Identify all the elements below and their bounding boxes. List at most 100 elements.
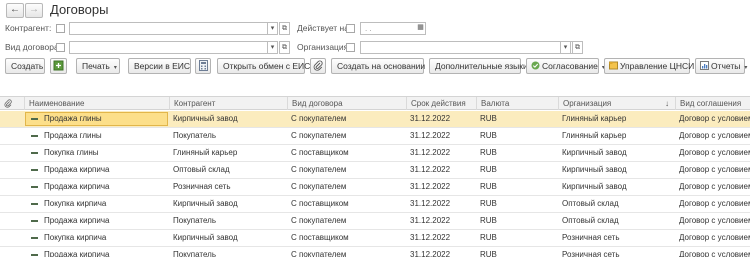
counterparty-open-button[interactable]: ⧉ [279,22,290,35]
cell-contract-type: С покупателем [291,131,347,140]
cell-agreement-type: Договор с условием [679,131,750,140]
reports-label: Отчеты [711,61,741,71]
print-button[interactable]: Печать ▾ [76,58,120,74]
cell-contract-type: С покупателем [291,250,347,257]
approval-icon [531,61,540,70]
column-header-currency[interactable]: Валюта [476,97,558,110]
contract-type-dropdown-button[interactable]: ▾ [267,41,278,54]
table-row[interactable]: Продажа кирпича Оптовый склад С покупателе… [0,162,750,179]
eis-versions-label: Версии в ЕИС [134,61,191,71]
cell-contract-type: С поставщиком [291,233,349,242]
contract-type-checkbox[interactable] [56,43,65,52]
cell-currency: RUB [480,250,497,257]
approval-button[interactable]: Согласование▾ [526,58,605,74]
organization-label: Организация: [297,42,351,52]
column-header-counterparty[interactable]: Контрагент [169,97,287,110]
cell-term: 31.12.2022 [410,148,451,157]
table-row[interactable]: Продажа кирпича Покупатель С покупателем 31… [0,247,750,257]
forward-button[interactable]: → [25,3,43,18]
contract-type-open-button[interactable]: ⧉ [279,41,290,54]
contract-item-icon [31,237,38,239]
column-header-attachment[interactable] [0,97,24,110]
cell-name: Покупка кирпича [44,199,107,208]
cell-organization: Розничная сеть [562,233,620,242]
cell-counterparty: Кирпичный завод [173,199,238,208]
open-eis-exchange-button[interactable]: Открыть обмен с ЕИС [217,58,310,74]
column-header-name[interactable]: Наименование [24,97,169,110]
table-header: Наименование Контрагент Вид договора Сро… [0,96,750,110]
table-row[interactable]: Продажа глины Покупатель С покупателем 31.1… [0,128,750,145]
cell-counterparty: Кирпичный завод [173,114,238,123]
cell-organization: Оптовый склад [562,216,619,225]
chevron-down-icon: ▾ [113,65,117,71]
copy-button[interactable] [50,58,67,74]
counterparty-dropdown-button[interactable]: ▾ [267,22,278,35]
calculator-icon [198,60,208,71]
contract-type-label: Вид договора: [5,42,62,52]
open-eis-exchange-label: Открыть обмен с ЕИС [223,61,311,71]
contract-item-icon [31,220,38,222]
cell-term: 31.12.2022 [410,233,451,242]
extra-languages-button[interactable]: Дополнительные языки▾ [429,58,535,74]
cell-currency: RUB [480,199,497,208]
copy-icon [53,60,64,71]
organization-checkbox[interactable] [346,43,355,52]
column-header-contract-type[interactable]: Вид договора [287,97,406,110]
cell-counterparty: Покупатель [173,250,216,257]
open-link-icon: ⧉ [282,25,287,32]
contract-item-icon [31,254,38,256]
extra-languages-label: Дополнительные языки [435,61,528,71]
create-based-on-button[interactable]: Создать на основании▾ [331,58,432,74]
valid-on-checkbox[interactable] [346,24,355,33]
organization-dropdown-button[interactable]: ▾ [560,41,571,54]
create-button[interactable]: Создать [5,58,45,74]
counterparty-checkbox[interactable] [56,24,65,33]
table-row[interactable]: Продажа кирпича Розничная сеть С покупател… [0,179,750,196]
contract-item-icon [31,186,38,188]
chevron-down-icon: ▾ [270,44,275,51]
eis-versions-button[interactable]: Версии в ЕИС [128,58,191,74]
table-row[interactable]: Покупка глины Глиняный карьер С поставщико… [0,145,750,162]
sort-descending-icon: ↓ [665,99,669,108]
chevron-down-icon: ▾ [563,44,568,51]
cell-organization: Глиняный карьер [562,131,627,140]
contract-type-input[interactable] [69,41,277,54]
column-header-organization[interactable]: Организация ↓ [558,97,675,110]
table-row[interactable]: Продажа глины Кирпичный завод С покупателе… [0,111,750,128]
approval-label: Согласование [542,61,598,71]
cell-term: 31.12.2022 [410,216,451,225]
contract-item-icon [31,118,38,120]
cell-currency: RUB [480,216,497,225]
column-header-agreement-type[interactable]: Вид соглашения [675,97,750,110]
table-row[interactable]: Покупка кирпича Кирпичный завод С поставщи… [0,230,750,247]
cell-contract-type: С покупателем [291,182,347,191]
table-row[interactable]: Продажа кирпича Покупатель С покупателем 31… [0,213,750,230]
cell-agreement-type: Договор с условием [679,233,750,242]
arrow-right-icon: → [29,4,39,15]
attachment-button[interactable] [310,58,326,74]
cell-counterparty: Оптовый склад [173,165,230,174]
calendar-icon: ▦ [417,24,424,31]
cell-organization: Розничная сеть [562,250,620,257]
cell-contract-type: С покупателем [291,216,347,225]
cell-organization: Кирпичный завод [562,182,627,191]
cnsi-management-button[interactable]: Управление ЦНСИ▾ [604,58,701,74]
cell-term: 31.12.2022 [410,250,451,257]
organization-input[interactable] [360,41,582,54]
reports-button[interactable]: Отчеты ▾ [695,58,747,74]
cell-currency: RUB [480,148,497,157]
calendar-button[interactable]: ▦ [415,22,426,35]
create-label: Создать [11,61,44,71]
column-header-term[interactable]: Срок действия [406,97,476,110]
title-bar: ← → Договоры [0,0,750,22]
back-button[interactable]: ← [6,3,24,18]
cell-term: 31.12.2022 [410,131,451,140]
organization-open-button[interactable]: ⧉ [572,41,583,54]
cell-organization: Кирпичный завод [562,148,627,157]
calculator-button[interactable] [195,58,211,74]
counterparty-input[interactable] [69,22,277,35]
column-header-organization-label: Организация [563,99,612,108]
contract-item-icon [31,152,38,154]
counterparty-label: Контрагент: [5,23,52,33]
table-row[interactable]: Покупка кирпича Кирпичный завод С поставщи… [0,196,750,213]
